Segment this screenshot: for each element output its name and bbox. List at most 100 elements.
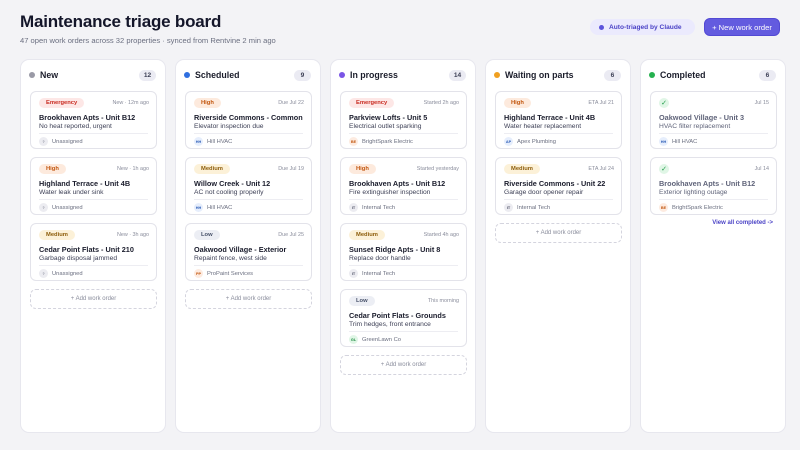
card-assignee-row: ? Unassigned xyxy=(39,269,83,278)
assignee-avatar: HH xyxy=(194,137,203,146)
assignee-avatar: GL xyxy=(349,335,358,344)
card-divider xyxy=(504,199,613,200)
card-top-row: Emergency New · 12m ago xyxy=(39,98,149,108)
card-timestamp: Jul 15 xyxy=(754,100,769,106)
add-work-order-button[interactable]: + Add work order xyxy=(340,355,467,375)
column-count-badge: 6 xyxy=(604,69,621,81)
priority-badge: Low xyxy=(349,296,375,306)
work-order-card[interactable]: High Due Jul 22 Riverside Commons - Common… xyxy=(185,91,312,149)
work-order-card[interactable]: Medium New · 3h ago Cedar Point Flats - Un… xyxy=(30,223,157,281)
column-completed: Completed 6 ✓ Jul 15 Oakwood Village - Unit … xyxy=(640,59,786,433)
column-count-badge: 12 xyxy=(139,69,156,81)
add-work-order-button[interactable]: + Add work order xyxy=(30,289,157,309)
card-top-row: Medium New · 3h ago xyxy=(39,230,149,240)
card-title: Highland Terrace - Unit 4B xyxy=(39,179,131,188)
card-title: Oakwood Village - Exterior xyxy=(194,245,287,254)
work-order-card[interactable]: ✓ Jul 14 Brookhaven Apts - Unit B12 Exterio… xyxy=(650,157,777,215)
work-order-card[interactable]: Emergency New · 12m ago Brookhaven Apts - … xyxy=(30,91,157,149)
card-title: Highland Terrace - Unit 4B xyxy=(504,113,596,122)
card-assignee-row: IT Internal Tech xyxy=(349,203,395,212)
card-description: Trim hedges, front entrance xyxy=(349,321,431,328)
card-timestamp: New · 12m ago xyxy=(112,100,149,106)
column-header: In progress 14 xyxy=(339,68,466,82)
card-top-row: Medium Due Jul 19 xyxy=(194,164,304,174)
assignee-name: Apex Plumbing xyxy=(517,138,556,145)
card-description: Water heater replacement xyxy=(504,123,582,130)
column-count-badge: 14 xyxy=(449,69,466,81)
card-title: Riverside Commons - Unit 22 xyxy=(504,179,606,188)
column-in-progress: In progress 14 Emergency Started 2h ago Park… xyxy=(330,59,476,433)
work-order-card[interactable]: Medium ETA Jul 24 Riverside Commons - Unit… xyxy=(495,157,622,215)
assignee-name: Internal Tech xyxy=(517,204,551,211)
page-header: Maintenance triage board 47 open work or… xyxy=(20,12,780,48)
card-divider xyxy=(659,133,768,134)
check-icon: ✓ xyxy=(659,98,669,108)
card-timestamp: ETA Jul 21 xyxy=(588,100,614,106)
add-work-order-button[interactable]: + Add work order xyxy=(185,289,312,309)
card-description: Replace door handle xyxy=(349,255,411,262)
assignee-name: Unassigned xyxy=(52,138,83,145)
work-order-card[interactable]: High Started yesterday Brookhaven Apts - U… xyxy=(340,157,467,215)
card-description: Garbage disposal jammed xyxy=(39,255,118,262)
card-timestamp: Started 4h ago xyxy=(423,232,459,238)
work-order-card[interactable]: Low This morning Cedar Point Flats - Groun… xyxy=(340,289,467,347)
card-divider xyxy=(194,199,303,200)
column-title: Scheduled xyxy=(195,70,240,80)
card-top-row: High ETA Jul 21 xyxy=(504,98,614,108)
check-icon: ✓ xyxy=(659,164,669,174)
assignee-name: GreenLawn Co xyxy=(362,336,401,343)
card-top-row: Low Due Jul 25 xyxy=(194,230,304,240)
card-top-row: Emergency Started 2h ago xyxy=(349,98,459,108)
card-divider xyxy=(39,199,148,200)
assignee-name: Hill HVAC xyxy=(207,204,233,211)
page-subtitle: 47 open work orders across 32 properties… xyxy=(20,36,276,45)
card-assignee-row: ? Unassigned xyxy=(39,137,83,146)
card-description: Water leak under sink xyxy=(39,189,104,196)
column-status-dot-icon xyxy=(184,72,190,78)
column-header: New 12 xyxy=(29,68,156,82)
column-title: New xyxy=(40,70,59,80)
new-work-order-button[interactable]: + New work order xyxy=(704,18,780,36)
work-order-card[interactable]: High New · 1h ago Highland Terrace - Unit … xyxy=(30,157,157,215)
card-title: Brookhaven Apts - Unit B12 xyxy=(39,113,136,122)
column-title: Completed xyxy=(660,70,706,80)
card-timestamp: Started 2h ago xyxy=(423,100,459,106)
column-header: Waiting on parts 6 xyxy=(494,68,621,82)
card-top-row: Medium ETA Jul 24 xyxy=(504,164,614,174)
column-header: Scheduled 9 xyxy=(184,68,311,82)
assignee-avatar: BE xyxy=(349,137,358,146)
assignee-avatar: ? xyxy=(39,269,48,278)
priority-badge: Medium xyxy=(39,230,75,240)
card-title: Brookhaven Apts - Unit B12 xyxy=(659,179,756,188)
column-title: Waiting on parts xyxy=(505,70,574,80)
card-top-row: Low This morning xyxy=(349,296,459,306)
card-timestamp: New · 1h ago xyxy=(116,166,149,172)
card-divider xyxy=(194,265,303,266)
work-order-card[interactable]: High ETA Jul 21 Highland Terrace - Unit 4B… xyxy=(495,91,622,149)
card-description: HVAC filter replacement xyxy=(659,123,731,130)
column-status-dot-icon xyxy=(494,72,500,78)
card-top-row: ✓ Jul 14 xyxy=(659,164,769,174)
assignee-name: ProPaint Services xyxy=(207,270,254,277)
assignee-name: Unassigned xyxy=(52,270,83,277)
priority-badge: High xyxy=(504,98,531,108)
work-order-card[interactable]: Emergency Started 2h ago Parkview Lofts - … xyxy=(340,91,467,149)
work-order-card[interactable]: Medium Started 4h ago Sunset Ridge Apts - … xyxy=(340,223,467,281)
column-header: Completed 6 xyxy=(649,68,776,82)
view-all-completed-link[interactable]: View all completed -> xyxy=(712,220,773,226)
card-title: Brookhaven Apts - Unit B12 xyxy=(349,179,446,188)
card-divider xyxy=(39,265,148,266)
column-status-dot-icon xyxy=(29,72,35,78)
work-order-card[interactable]: Medium Due Jul 19 Willow Creek - Unit 12 AC… xyxy=(185,157,312,215)
work-order-card[interactable]: Low Due Jul 25 Oakwood Village - Exterior R… xyxy=(185,223,312,281)
priority-badge: High xyxy=(349,164,376,174)
assignee-name: Unassigned xyxy=(52,204,83,211)
add-work-order-button[interactable]: + Add work order xyxy=(495,223,622,243)
card-assignee-row: GL GreenLawn Co xyxy=(349,335,401,344)
card-description: Elevator inspection due xyxy=(194,123,264,130)
priority-badge: Emergency xyxy=(39,98,85,108)
card-divider xyxy=(659,199,768,200)
assignee-name: Hill HVAC xyxy=(672,138,698,145)
column-waiting-on-parts: Waiting on parts 6 High ETA Jul 21 Highland … xyxy=(485,59,631,433)
work-order-card[interactable]: ✓ Jul 15 Oakwood Village - Unit 3 HVAC filt… xyxy=(650,91,777,149)
